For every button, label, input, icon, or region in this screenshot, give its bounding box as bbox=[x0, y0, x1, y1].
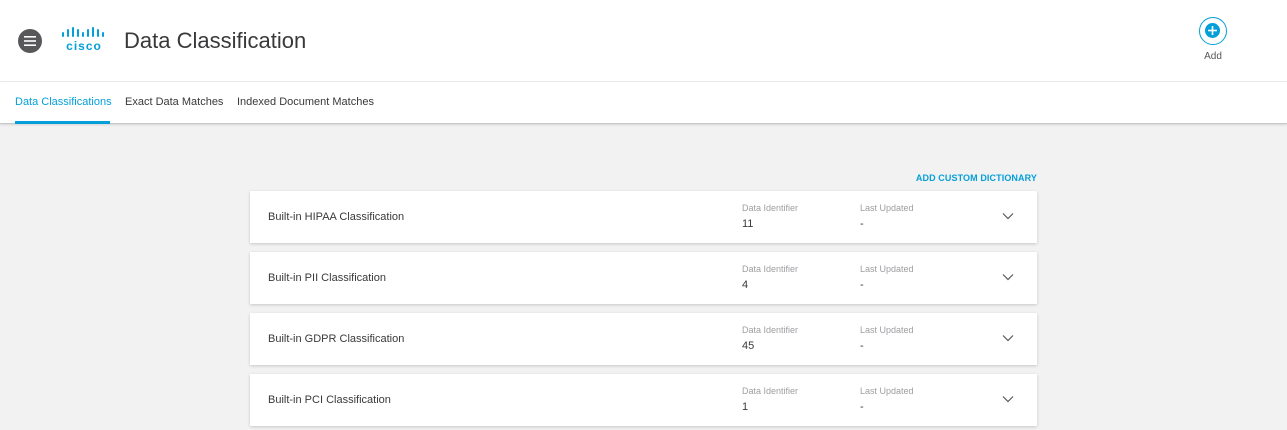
plus-icon bbox=[1208, 26, 1217, 35]
data-identifier-label: Data Identifier bbox=[742, 203, 799, 213]
classification-name: Built-in PII Classification bbox=[268, 272, 386, 284]
data-identifier-value: 4 bbox=[742, 279, 749, 291]
expand-button[interactable] bbox=[1002, 273, 1014, 281]
last-updated-value: - bbox=[860, 340, 864, 352]
classification-name: Built-in HIPAA Classification bbox=[268, 211, 405, 223]
tab-indexed-document-matches[interactable]: Indexed Document Matches bbox=[237, 82, 374, 124]
last-updated-value: - bbox=[860, 279, 864, 291]
cisco-logo: cisco bbox=[60, 27, 106, 53]
classification-card-gdpr[interactable]: Built-in GDPR Classification Data Identi… bbox=[250, 313, 1037, 365]
chevron-down-icon bbox=[1002, 213, 1014, 220]
data-identifier-value: 11 bbox=[742, 218, 754, 230]
chevron-down-icon bbox=[1002, 274, 1014, 281]
classification-card-hipaa[interactable]: Built-in HIPAA Classification Data Ident… bbox=[250, 191, 1037, 243]
add-button-label: Add bbox=[1204, 51, 1222, 62]
data-identifier-value: 45 bbox=[742, 340, 755, 352]
menu-button[interactable] bbox=[18, 29, 42, 53]
app-header: cisco Data Classification Add bbox=[0, 0, 1287, 82]
add-custom-dictionary-link[interactable]: ADD CUSTOM DICTIONARY bbox=[880, 172, 1037, 184]
logo-wordmark: cisco bbox=[66, 39, 102, 53]
expand-button[interactable] bbox=[1002, 395, 1014, 403]
chevron-down-icon bbox=[1002, 396, 1014, 403]
cisco-bars-icon bbox=[62, 27, 104, 37]
tab-data-classifications[interactable]: Data Classifications bbox=[15, 82, 112, 124]
last-updated-label: Last Updated bbox=[860, 325, 914, 335]
data-identifier-label: Data Identifier bbox=[742, 264, 799, 274]
last-updated-value: - bbox=[860, 218, 864, 230]
data-identifier-value: 1 bbox=[742, 401, 749, 413]
data-identifier-label: Data Identifier bbox=[742, 386, 799, 396]
tab-exact-data-matches[interactable]: Exact Data Matches bbox=[125, 82, 223, 124]
tab-bar: Data Classifications Exact Data Matches … bbox=[0, 82, 1287, 124]
expand-button[interactable] bbox=[1002, 334, 1014, 342]
add-button[interactable]: Add bbox=[1196, 17, 1230, 65]
classification-name: Built-in PCI Classification bbox=[268, 394, 391, 406]
classification-card-pii[interactable]: Built-in PII Classification Data Identif… bbox=[250, 252, 1037, 304]
last-updated-value: - bbox=[860, 401, 864, 413]
last-updated-label: Last Updated bbox=[860, 203, 914, 213]
add-button-ring[interactable] bbox=[1199, 17, 1227, 45]
classification-name: Built-in GDPR Classification bbox=[268, 333, 405, 345]
classification-card-pci[interactable]: Built-in PCI Classification Data Identif… bbox=[250, 374, 1037, 426]
expand-button[interactable] bbox=[1002, 212, 1014, 220]
chevron-down-icon bbox=[1002, 335, 1014, 342]
data-identifier-label: Data Identifier bbox=[742, 325, 799, 335]
hamburger-menu-icon bbox=[24, 36, 36, 46]
last-updated-label: Last Updated bbox=[860, 386, 914, 396]
plus-circle-icon[interactable] bbox=[1205, 23, 1220, 38]
last-updated-label: Last Updated bbox=[860, 264, 914, 274]
page-title: Data Classification bbox=[124, 28, 307, 53]
